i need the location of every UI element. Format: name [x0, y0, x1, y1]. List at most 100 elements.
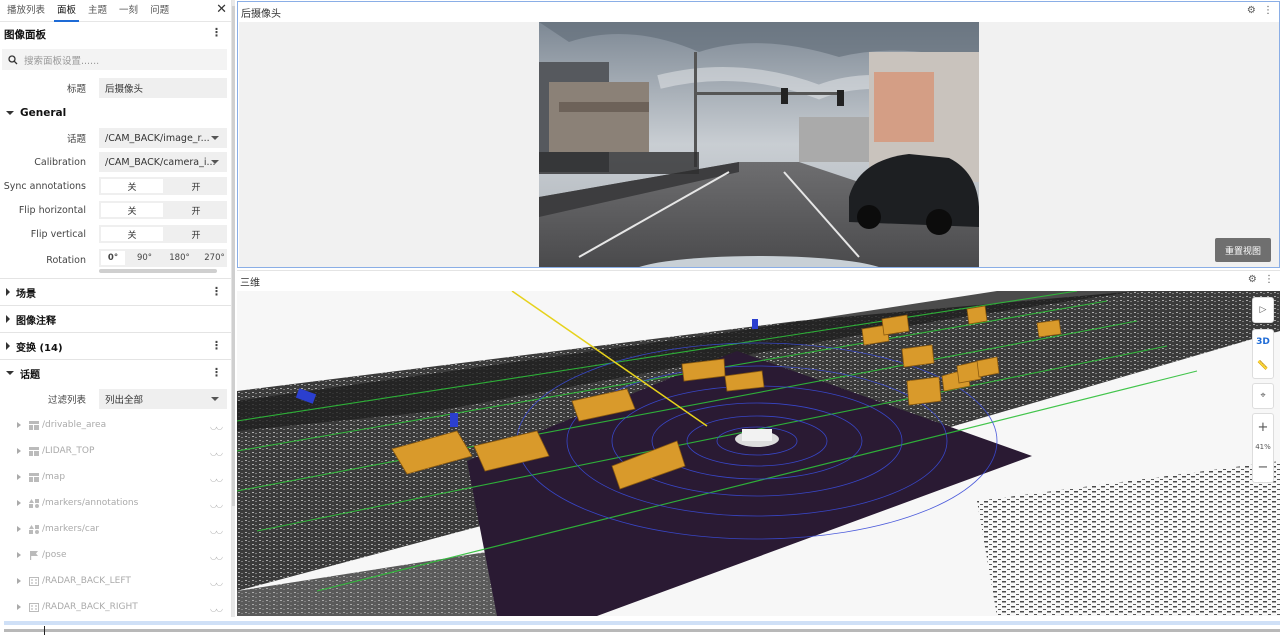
chevron-right-icon	[17, 474, 21, 480]
kebab-menu-icon[interactable]: ⋮	[211, 340, 222, 352]
gear-icon[interactable]: ⚙	[1247, 5, 1256, 16]
sync-annotations-row: Sync annotations 关 开	[0, 174, 231, 198]
dots-icon	[29, 602, 39, 612]
chevron-right-icon	[6, 288, 10, 296]
sync-annotations-toggle[interactable]: 关 开	[99, 177, 227, 195]
close-icon[interactable]: ✕	[216, 3, 227, 17]
chevron-right-icon	[17, 552, 21, 558]
chevron-down-icon	[211, 136, 219, 140]
chevron-right-icon	[17, 526, 21, 532]
group-scene-label: 场景	[16, 288, 36, 300]
topic-item-label: /markers/car	[42, 524, 100, 534]
topic-item[interactable]: /pose ◡◡	[0, 542, 231, 568]
ruler-icon[interactable]: 📏	[1252, 354, 1274, 378]
3d-panel-title[interactable]: 三维	[240, 274, 260, 289]
visibility-icon[interactable]: ◡◡	[210, 578, 223, 587]
visibility-icon[interactable]: ◡◡	[210, 474, 223, 483]
reset-view-button[interactable]: 重置视图	[1215, 238, 1271, 262]
3d-mode-toggle[interactable]: 3D	[1252, 330, 1274, 354]
visibility-icon[interactable]: ◡◡	[210, 526, 223, 535]
group-image-annotations[interactable]: 图像注释	[0, 305, 231, 332]
toggle-off-option[interactable]: 关	[101, 179, 163, 193]
chevron-down-icon	[211, 397, 219, 401]
panel-settings-title: 图像面板 ⋮	[0, 22, 231, 46]
general-heading: General	[20, 107, 67, 119]
timeline-track[interactable]	[4, 621, 1280, 625]
rotation-option-180[interactable]: 180°	[162, 249, 197, 267]
image-panel-title[interactable]: 后摄像头	[241, 5, 281, 20]
rotation-segmented-control[interactable]: 0° 90° 180° 270°	[99, 249, 227, 267]
tab-topics[interactable]: 主题	[85, 2, 110, 21]
visibility-icon[interactable]: ◡◡	[210, 448, 223, 457]
timeline-progress-bar[interactable]	[4, 629, 1280, 632]
chevron-right-icon	[6, 342, 10, 350]
zoom-out-icon[interactable]: −	[1252, 454, 1274, 480]
focus-target-icon[interactable]: ⌖	[1252, 384, 1274, 408]
settings-search-input[interactable]: 搜索面板设置......	[2, 49, 227, 70]
tab-playlist[interactable]: 播放列表	[4, 2, 48, 21]
rotation-scrollbar[interactable]	[99, 269, 217, 273]
image-viewport[interactable]: 重置视图	[239, 22, 1279, 267]
kebab-menu-icon[interactable]: ⋮	[1263, 5, 1273, 16]
image-panel: 后摄像头 ⚙ ⋮ 重置视图	[237, 1, 1280, 268]
zoom-level: 41%	[1255, 443, 1271, 451]
visibility-icon[interactable]: ◡◡	[210, 500, 223, 509]
kebab-menu-icon[interactable]: ⋮	[1264, 274, 1274, 285]
app-root: 播放列表 面板 主题 一刻 问题 ✕ 图像面板 ⋮ 搜索面板设置...... 标…	[0, 0, 1280, 635]
flip-horizontal-label: Flip horizontal	[18, 204, 86, 216]
topic-row: 话题 /CAM_BACK/image_r...	[0, 126, 231, 150]
kebab-menu-icon[interactable]: ⋮	[211, 367, 222, 379]
toggle-on-option[interactable]: 开	[165, 177, 227, 195]
toggle-on-option[interactable]: 开	[165, 225, 227, 243]
visibility-icon[interactable]: ◡◡	[210, 552, 223, 561]
visibility-icon[interactable]: ◡◡	[210, 422, 223, 431]
filter-label: 过滤列表	[47, 395, 86, 406]
tab-moments[interactable]: 一刻	[116, 2, 141, 21]
calibration-select[interactable]: /CAM_BACK/camera_i...	[99, 152, 227, 172]
toggle-off-option[interactable]: 关	[101, 227, 163, 241]
calibration-row: Calibration /CAM_BACK/camera_i...	[0, 150, 231, 174]
rotation-option-90[interactable]: 90°	[127, 249, 162, 267]
topic-item[interactable]: /LIDAR_TOP ◡◡	[0, 438, 231, 464]
rotation-option-270[interactable]: 270°	[197, 249, 227, 267]
sidebar-scrollbar-thumb[interactable]	[232, 6, 235, 506]
topic-select-value: /CAM_BACK/image_r...	[105, 132, 210, 144]
filter-select[interactable]: 列出全部	[99, 389, 227, 409]
topic-item[interactable]: /RADAR_BACK_RIGHT ◡◡	[0, 594, 231, 617]
topic-item[interactable]: /drivable_area ◡◡	[0, 412, 231, 438]
kebab-menu-icon[interactable]: ⋮	[211, 27, 222, 39]
topic-item[interactable]: /markers/car ◡◡	[0, 516, 231, 542]
zoom-in-icon[interactable]: +	[1252, 414, 1274, 440]
general-section-header[interactable]: General	[0, 100, 231, 126]
toggle-off-option[interactable]: 关	[101, 203, 163, 217]
rotation-option-0[interactable]: 0°	[101, 251, 125, 265]
cursor-icon[interactable]: ▷	[1252, 298, 1274, 322]
grid-icon	[29, 472, 39, 482]
group-topics[interactable]: 话题 ⋮	[0, 359, 231, 386]
tab-problems[interactable]: 问题	[147, 2, 172, 21]
flip-vertical-toggle[interactable]: 关 开	[99, 225, 227, 243]
chevron-right-icon	[17, 604, 21, 610]
topic-item[interactable]: /RADAR_BACK_LEFT ◡◡	[0, 568, 231, 594]
gear-icon[interactable]: ⚙	[1248, 274, 1257, 285]
title-input[interactable]: 后摄像头	[99, 78, 227, 98]
search-icon	[8, 54, 18, 64]
topic-item[interactable]: /map ◡◡	[0, 464, 231, 490]
3d-viewport[interactable]: ▷ 3D 📏 ⌖ + 41% −	[237, 291, 1280, 616]
playback-timeline	[0, 618, 1280, 635]
kebab-menu-icon[interactable]: ⋮	[211, 286, 222, 298]
flag-icon	[30, 550, 38, 560]
dots-icon	[29, 576, 39, 586]
topic-item[interactable]: /markers/annotations ◡◡	[0, 490, 231, 516]
select-tool-group: ▷	[1252, 297, 1274, 323]
flip-horizontal-toggle[interactable]: 关 开	[99, 201, 227, 219]
panel-toolbar: ⚙ ⋮	[1248, 274, 1274, 285]
group-transforms[interactable]: 变换 (14) ⋮	[0, 332, 231, 359]
toggle-on-option[interactable]: 开	[165, 201, 227, 219]
tab-panel[interactable]: 面板	[54, 2, 80, 22]
visibility-icon[interactable]: ◡◡	[210, 604, 223, 613]
focus-group: ⌖	[1252, 383, 1274, 409]
playhead[interactable]	[44, 626, 45, 635]
topic-select[interactable]: /CAM_BACK/image_r...	[99, 128, 227, 148]
group-scene[interactable]: 场景 ⋮	[0, 278, 231, 305]
